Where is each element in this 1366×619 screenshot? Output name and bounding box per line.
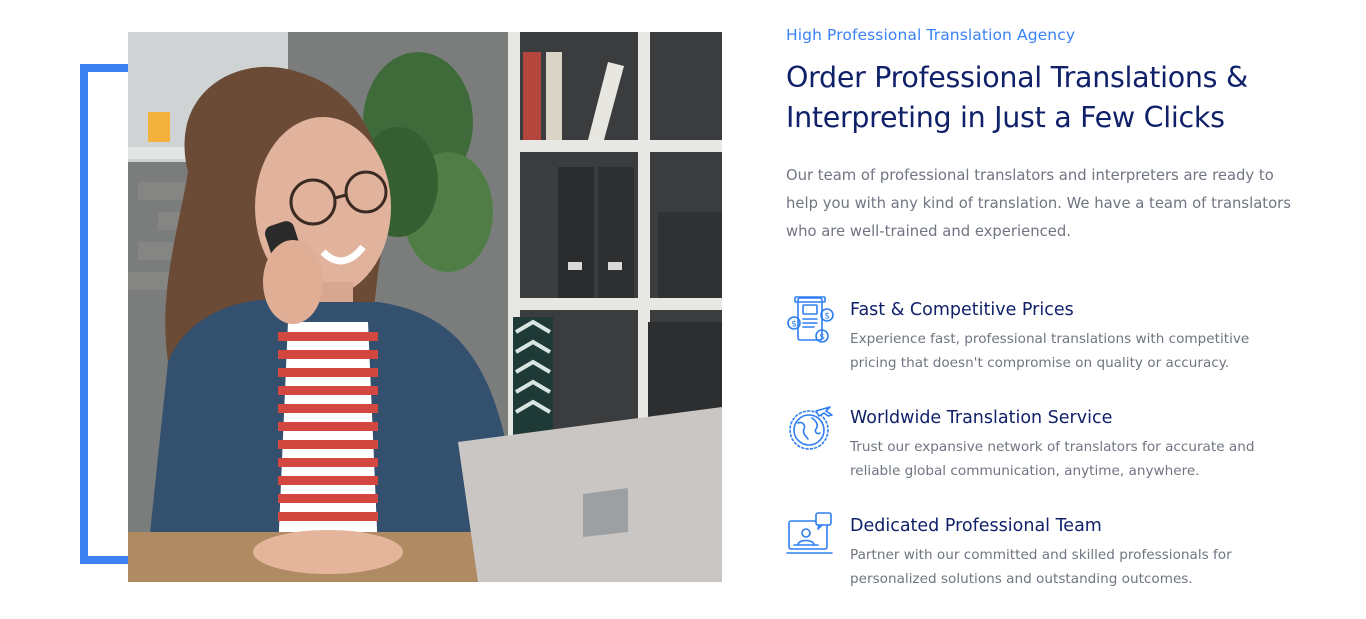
feature-item-team: Dedicated Professional Team Partner with… (786, 511, 1306, 619)
section-description: Our team of professional translators and… (786, 167, 1291, 240)
feature-description: Trust our expansive network of translato… (850, 439, 1255, 479)
globe-plane-icon (786, 403, 834, 453)
section-headline: Order Professional Translations & Interp… (786, 61, 1248, 134)
price-document-icon: $ $ $ (786, 295, 834, 345)
svg-text:$: $ (819, 333, 825, 343)
feature-description: Experience fast, professional translatio… (850, 331, 1250, 371)
eyebrow-label: High Professional Translation Agency (786, 26, 1076, 44)
feature-list: $ $ $ Fast & Competitive Prices Experien… (786, 295, 1306, 619)
hero-photo (128, 32, 722, 582)
feature-description: Partner with our committed and skilled p… (850, 547, 1232, 587)
feature-title: Worldwide Translation Service (850, 408, 1113, 428)
svg-text:$: $ (791, 320, 797, 330)
feature-item-worldwide: Worldwide Translation Service Trust our … (786, 403, 1306, 511)
svg-text:$: $ (824, 312, 830, 322)
intro-section: High Professional Translation Agency Ord… (786, 24, 1306, 246)
feature-title: Fast & Competitive Prices (850, 300, 1074, 320)
professional-team-icon (786, 511, 834, 561)
feature-title: Dedicated Professional Team (850, 516, 1102, 536)
feature-item-prices: $ $ $ Fast & Competitive Prices Experien… (786, 295, 1306, 403)
